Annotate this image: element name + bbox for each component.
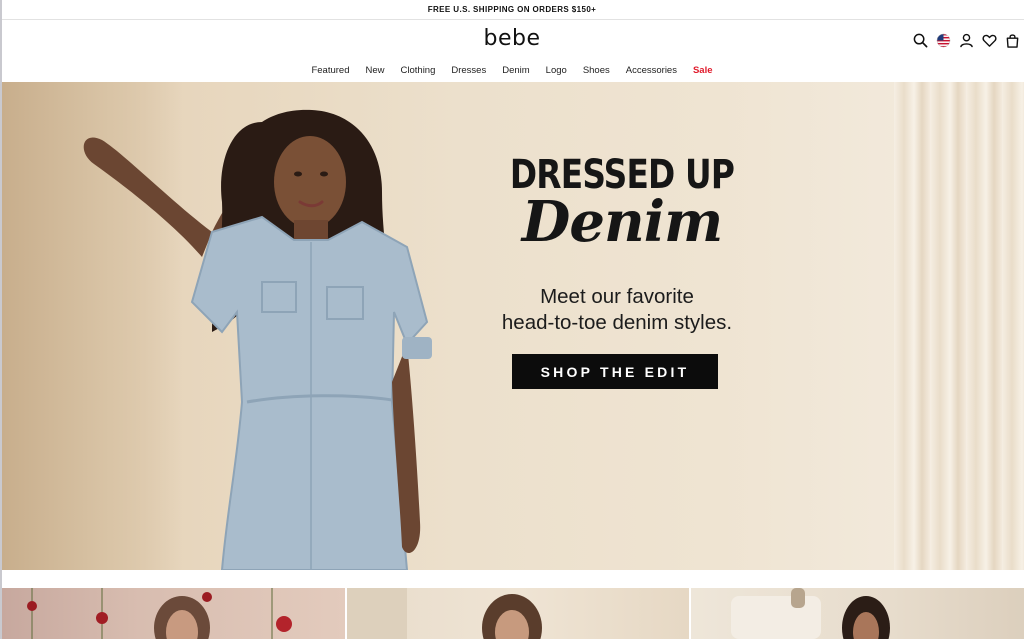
shop-the-edit-button[interactable]: SHOP THE EDIT	[512, 354, 718, 389]
nav-item-denim[interactable]: Denim	[494, 65, 537, 76]
category-tile-3[interactable]	[689, 588, 1024, 639]
nav-item-new[interactable]: New	[358, 65, 393, 76]
window-edge	[0, 0, 2, 639]
hero-subcopy: Meet our favorite head-to-toe denim styl…	[442, 284, 792, 336]
account-icon[interactable]	[958, 32, 974, 48]
hero-model-image	[83, 109, 432, 570]
us-flag-icon[interactable]	[935, 32, 951, 48]
tile-2-image	[347, 588, 542, 639]
hero-subcopy-line-1: Meet our favorite	[540, 285, 694, 308]
shopping-bag-icon[interactable]	[1004, 32, 1020, 48]
nav-item-logo[interactable]: Logo	[538, 65, 575, 76]
nav-item-dresses[interactable]: Dresses	[443, 65, 494, 76]
category-tiles	[2, 588, 1024, 639]
nav-item-shoes[interactable]: Shoes	[575, 65, 618, 76]
main-nav: Featured New Clothing Dresses Denim Logo…	[0, 60, 1024, 80]
promo-banner[interactable]: FREE U.S. SHIPPING ON ORDERS $150+	[0, 0, 1024, 20]
tile-3-image	[731, 588, 890, 639]
nav-item-sale[interactable]: Sale	[685, 65, 721, 76]
hero-banner[interactable]: DRESSED UP Denim Meet our favorite head-…	[2, 82, 1024, 570]
hero-headline-line-2: Denim	[521, 189, 723, 255]
hero-headline: DRESSED UP Denim	[472, 152, 772, 252]
nav-item-accessories[interactable]: Accessories	[618, 65, 685, 76]
hero-subcopy-line-2: head-to-toe denim styles.	[501, 311, 733, 334]
header-icons	[912, 32, 1020, 48]
hero-curtain	[894, 82, 1024, 570]
promo-text: FREE U.S. SHIPPING ON ORDERS $150+	[427, 5, 597, 14]
hero-headline-line-1: DRESSED UP	[509, 152, 735, 198]
nav-item-featured[interactable]: Featured	[303, 65, 357, 76]
category-tile-1[interactable]	[2, 588, 345, 639]
nav-item-clothing[interactable]: Clothing	[393, 65, 444, 76]
category-tile-2[interactable]	[345, 588, 689, 639]
search-icon[interactable]	[912, 32, 928, 48]
tile-1-image	[27, 588, 292, 639]
site-logo[interactable]: bebe	[0, 26, 1024, 54]
wishlist-heart-icon[interactable]	[981, 32, 997, 48]
